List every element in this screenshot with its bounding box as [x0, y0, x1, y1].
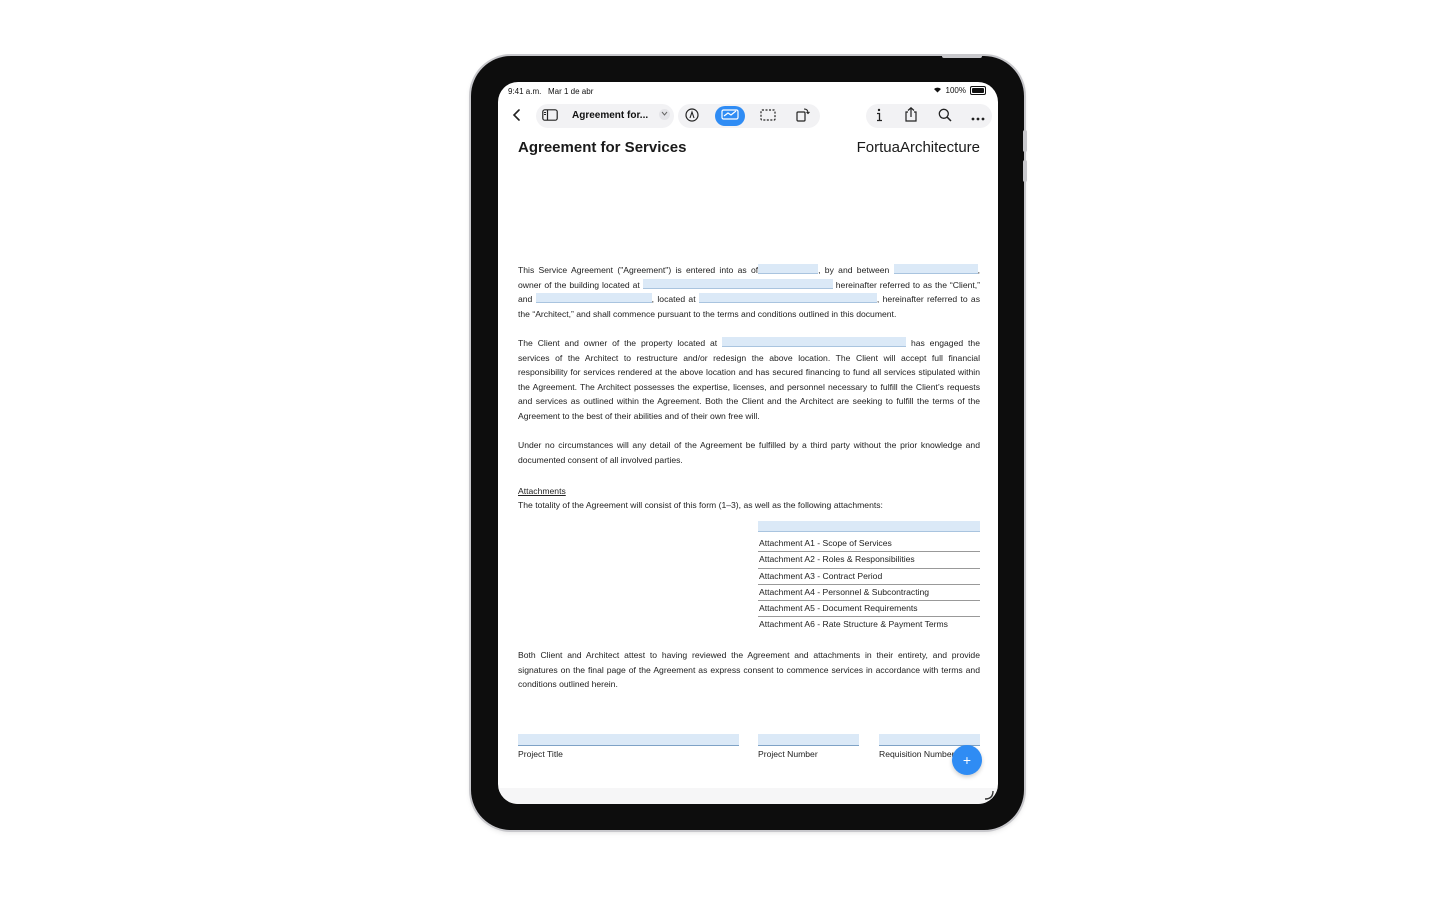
more-button[interactable] — [969, 105, 987, 127]
battery-percent: 100% — [945, 86, 966, 95]
info-button[interactable] — [870, 105, 888, 127]
paragraph-attest: Both Client and Architect attest to havi… — [518, 650, 980, 690]
toolbar: Agreement for... — [498, 102, 998, 130]
pen-button[interactable] — [682, 105, 702, 127]
requisition-number-label: Requisition Number — [879, 749, 955, 759]
top-button — [942, 54, 982, 58]
share-button[interactable] — [902, 105, 920, 127]
selection-button[interactable] — [758, 105, 778, 127]
search-button[interactable] — [936, 105, 954, 127]
project-number-label: Project Number — [758, 749, 818, 759]
property-address-field[interactable] — [722, 337, 907, 347]
add-button[interactable]: + — [952, 745, 982, 775]
list-item: Attachment A5 - Document Requirements — [758, 601, 980, 618]
chevron-down-icon[interactable] — [659, 109, 670, 120]
sidebar-icon — [542, 108, 558, 124]
attachments-list: Attachment A1 - Scope of Services Attach… — [758, 521, 980, 633]
volume-down-button — [1023, 160, 1027, 182]
list-item: Attachment A1 - Scope of Services — [758, 536, 980, 553]
volume-up-button — [1023, 130, 1027, 152]
status-bar: 9:41 a.m. Mar 1 de abr 100% — [498, 82, 998, 100]
wifi-icon — [933, 86, 942, 95]
pen-icon — [685, 107, 699, 125]
screen: 9:41 a.m. Mar 1 de abr 100% Agreement fo… — [498, 82, 998, 804]
client-name-field[interactable] — [893, 264, 978, 274]
date-field[interactable] — [758, 264, 819, 274]
list-item: Attachment A4 - Personnel & Subcontracti… — [758, 585, 980, 602]
list-item: Attachment A3 - Contract Period — [758, 569, 980, 585]
list-item: Attachment A2 - Roles & Responsibilities — [758, 552, 980, 569]
architect-name-field[interactable] — [535, 293, 652, 304]
list-item: Attachment A6 - Rate Structure & Payment… — [759, 619, 948, 630]
attachment-field[interactable] — [758, 521, 980, 532]
info-icon — [875, 108, 883, 125]
architect-address-field[interactable] — [698, 293, 877, 304]
document-title[interactable]: Agreement for... — [572, 110, 648, 121]
attachments-intro: The totality of the Agreement will consi… — [518, 500, 883, 510]
search-icon — [938, 108, 952, 125]
plus-icon: + — [962, 752, 972, 768]
paragraph-third-party: Under no circumstances will any detail o… — [518, 440, 980, 465]
brand-name: FortuaArchitecture — [856, 139, 980, 156]
back-icon — [512, 108, 522, 124]
project-title-field[interactable] — [518, 734, 739, 746]
share-icon — [904, 106, 918, 125]
building-address-field[interactable] — [642, 278, 833, 289]
back-button[interactable] — [508, 105, 526, 127]
resize-corner-icon[interactable] — [984, 790, 994, 803]
document-page: Agreement for Services FortuaArchitectur… — [498, 130, 998, 790]
markup-button[interactable] — [715, 106, 745, 126]
status-date: Mar 1 de abr — [548, 87, 594, 96]
rotate-icon — [796, 107, 810, 125]
status-time: 9:41 a.m. — [508, 87, 542, 96]
project-number-field[interactable] — [758, 734, 859, 746]
paragraph-intro: This Service Agreement ("Agreement") is … — [518, 264, 981, 319]
project-title-label: Project Title — [518, 749, 563, 759]
status-right: 100% — [933, 86, 986, 95]
markup-icon — [721, 107, 739, 125]
attachments-heading: Attachments — [518, 486, 566, 496]
selection-icon — [760, 108, 776, 124]
battery-icon — [970, 86, 986, 95]
document-heading: Agreement for Services — [518, 139, 687, 156]
sidebar-button[interactable] — [540, 105, 560, 127]
paragraph-engagement: The Client and owner of the property loc… — [518, 337, 980, 421]
more-icon — [971, 109, 985, 124]
rotate-button[interactable] — [793, 105, 813, 127]
bottom-bar — [498, 788, 998, 804]
